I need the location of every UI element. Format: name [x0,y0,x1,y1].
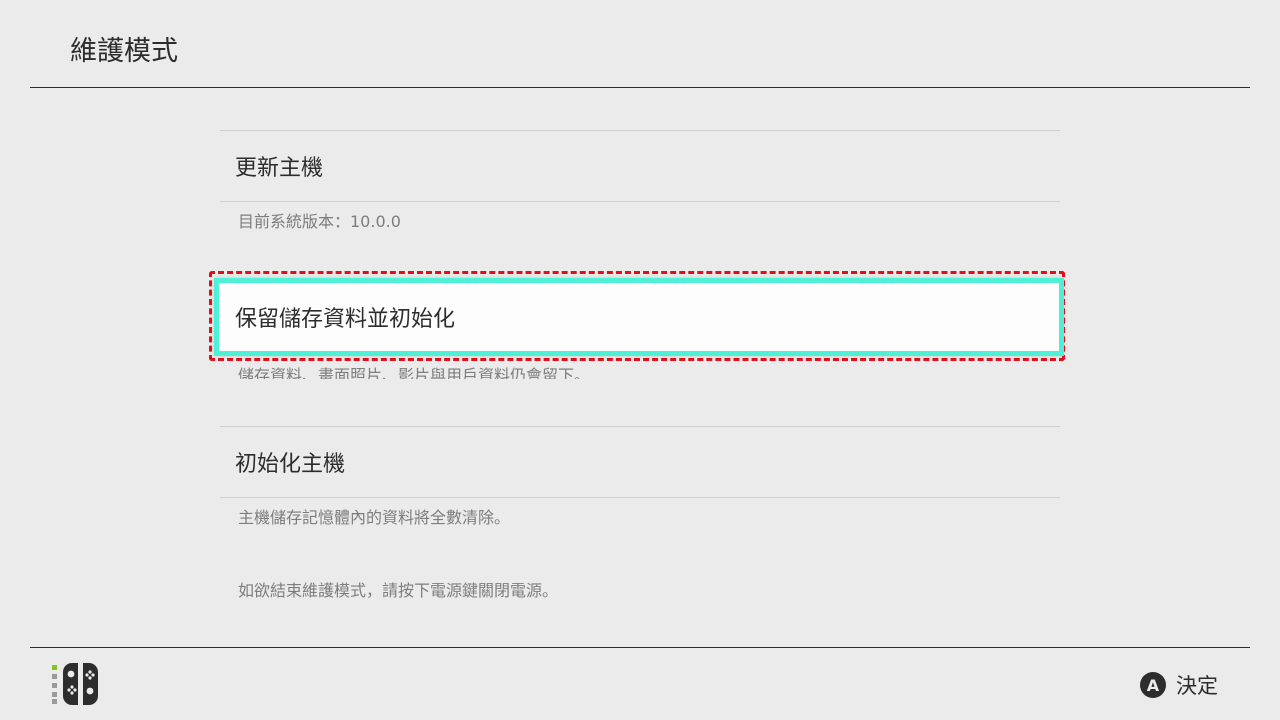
confirm-button[interactable]: A 決定 [1140,670,1218,700]
restore-keep-save-data-label: 保留儲存資料並初始化 [235,307,456,332]
initialize-console-item[interactable]: 初始化主機 [220,427,1060,497]
confirm-label: 決定 [1176,674,1218,698]
restore-description: 儲存資料、畫面照片、影片與用戶資料仍會留下。 [238,366,591,379]
header-divider [30,87,1250,88]
joycon-controller-icon [52,663,112,705]
exit-maintenance-note: 如欲結束維護模式，請按下電源鍵關閉電源。 [238,581,559,600]
initialize-description: 主機儲存記憶體內的資料將全數清除。 [238,508,511,527]
update-console-item[interactable]: 更新主機 [220,131,1060,201]
footer-divider [30,647,1250,648]
page-title: 維護模式 [70,36,178,67]
restore-keep-save-data-item[interactable]: 保留儲存資料並初始化 [214,278,1064,356]
system-version-text: 目前系統版本：10.0.0 [238,212,401,231]
a-button-icon: A [1140,672,1166,698]
menu-divider [220,201,1060,202]
menu-divider [220,497,1060,498]
